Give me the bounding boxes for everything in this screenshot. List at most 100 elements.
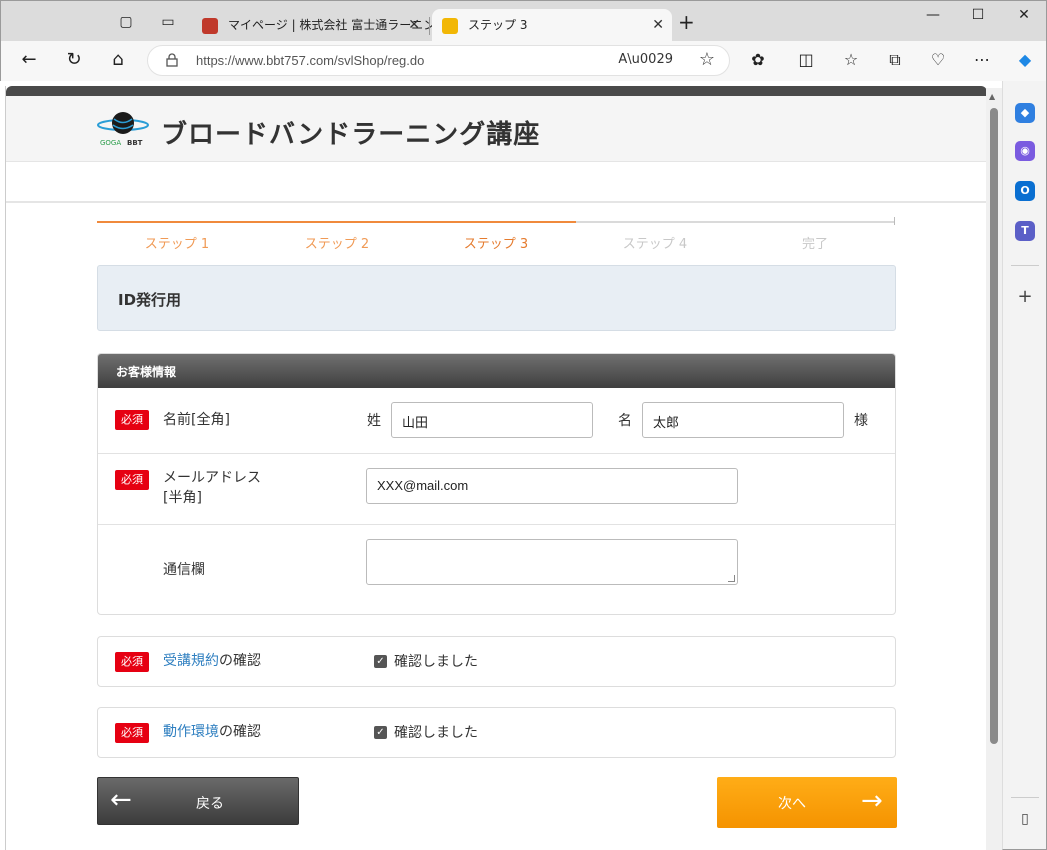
site-header: GOGA BBT ブロードバンドラーニング講座	[6, 96, 986, 162]
scroll-up-icon[interactable]: ▲	[989, 92, 995, 101]
environment-checkbox[interactable]: ✓	[374, 726, 387, 739]
environment-checkbox-label[interactable]: 確認しました	[394, 722, 478, 742]
next-button[interactable]: 次へ →	[717, 777, 897, 828]
close-tab-icon[interactable]: ✕	[408, 9, 420, 42]
environment-link[interactable]: 動作環境	[163, 724, 219, 740]
confirm-suffix: の確認	[219, 724, 261, 740]
name-label: 名前[全角]	[163, 412, 230, 428]
home-icon[interactable]: ⌂	[106, 50, 130, 70]
step-4: ステップ 4	[622, 237, 688, 252]
required-badge: 必須	[115, 652, 149, 672]
url-text: https://www.bbt757.com/svlShop/reg.do	[196, 53, 425, 68]
required-badge: 必須	[115, 410, 149, 430]
tab-actions-icon[interactable]: ▭	[160, 14, 176, 30]
email-label-sub: [半角]	[163, 490, 202, 506]
progress-fill	[97, 221, 576, 223]
terms-checkbox[interactable]: ✓	[374, 655, 387, 668]
sub-bar	[6, 163, 986, 203]
name-row: 必須 名前[全角] 姓 山田 名 太郎 様	[98, 388, 895, 454]
step-2: ステップ 2	[304, 237, 370, 252]
url-field[interactable]: https://www.bbt757.com/svlShop/reg.do A\…	[147, 45, 730, 76]
step-3: ステップ 3	[463, 237, 529, 252]
back-button-label: 戻る	[196, 796, 224, 812]
id-issue-title: ID発行用	[118, 291, 182, 309]
shop-favicon-icon	[442, 18, 458, 34]
favorite-star-icon[interactable]: ☆	[699, 49, 715, 70]
environment-confirm-label: 動作環境の確認	[163, 722, 261, 742]
tab-mypage[interactable]: マイページ | 株式会社 富士通ラーニン ✕	[192, 9, 435, 42]
m365-icon[interactable]: ◉	[1015, 141, 1035, 161]
arrow-left-icon: ←	[110, 785, 132, 815]
progress-end-cap	[894, 217, 895, 225]
outlook-icon[interactable]: O	[1015, 181, 1035, 201]
svg-text:BBT: BBT	[127, 139, 143, 147]
collections-icon[interactable]: ⧉	[884, 51, 906, 69]
tab-divider	[429, 17, 430, 35]
required-badge: 必須	[115, 470, 149, 490]
terms-link[interactable]: 受講規約	[163, 653, 219, 669]
tag-icon[interactable]: ◆	[1015, 103, 1035, 123]
close-window-icon[interactable]: ✕	[1009, 7, 1039, 23]
back-icon[interactable]: ←	[17, 50, 41, 70]
first-name-prefix: 名	[618, 413, 632, 429]
page-viewport: GOGA BBT ブロードバンドラーニング講座 ステップ 1 ステップ 2 ステ…	[5, 86, 986, 850]
email-label: メールアドレス	[163, 470, 261, 486]
tab-step3[interactable]: ステップ 3 ✕	[432, 9, 672, 42]
teams-icon[interactable]: T	[1015, 221, 1035, 241]
split-screen-icon[interactable]: ◫	[795, 51, 817, 69]
lock-icon	[166, 53, 178, 67]
message-label: 通信欄	[163, 562, 205, 578]
tab-title: ステップ 3	[468, 18, 528, 32]
copilot-icon[interactable]: ◆	[1014, 51, 1036, 69]
minimize-icon[interactable]: —	[918, 7, 948, 23]
email-input[interactable]: XXX@mail.com	[366, 468, 738, 504]
first-name-input[interactable]: 太郎	[642, 402, 844, 438]
terms-confirm-row: 必須 受講規約の確認 ✓ 確認しました	[97, 636, 896, 687]
edge-sidebar: ◆ ◉ O T + ▯	[1002, 81, 1047, 850]
step-1: ステップ 1	[144, 237, 210, 252]
close-tab-icon[interactable]: ✕	[652, 9, 664, 42]
workspaces-icon[interactable]: ▢	[118, 14, 134, 30]
scroll-thumb[interactable]	[990, 108, 998, 744]
confirm-suffix: の確認	[219, 653, 261, 669]
last-name-prefix: 姓	[367, 413, 381, 429]
tab-bar: ▢ ▭ マイページ | 株式会社 富士通ラーニン ✕ ステップ 3 ✕ + — …	[0, 0, 1047, 42]
add-sidebar-icon[interactable]: +	[1015, 287, 1035, 307]
top-strip	[6, 86, 986, 96]
customer-info-panel: お客様情報 必須 名前[全角] 姓 山田 名 太郎 様 必須 メールアドレス […	[97, 353, 896, 615]
sidebar-divider	[1011, 265, 1039, 266]
more-menu-icon[interactable]: ⋯	[971, 51, 993, 69]
email-row: 必須 メールアドレス [半角] XXX@mail.com	[98, 454, 895, 525]
resize-grip-icon[interactable]	[728, 575, 735, 582]
environment-confirm-row: 必須 動作環境の確認 ✓ 確認しました	[97, 707, 896, 758]
terms-confirm-label: 受講規約の確認	[163, 651, 261, 671]
maximize-icon[interactable]: ☐	[963, 7, 993, 23]
tab-title: マイページ | 株式会社 富士通ラーニン	[228, 18, 436, 32]
refresh-icon[interactable]: ↻	[62, 50, 86, 70]
terms-checkbox-label[interactable]: 確認しました	[394, 651, 478, 671]
honorific: 様	[854, 413, 868, 429]
step-complete: 完了	[801, 237, 828, 252]
required-badge: 必須	[115, 723, 149, 743]
next-button-label: 次へ	[778, 796, 806, 812]
address-bar: ← ↻ ⌂ https://www.bbt757.com/svlShop/reg…	[0, 41, 1047, 81]
favorites-icon[interactable]: ☆	[840, 51, 862, 69]
arrow-right-icon: →	[861, 786, 883, 816]
id-issue-box: ID発行用	[97, 265, 896, 331]
globe-logo-icon: GOGA BBT	[97, 112, 149, 147]
last-name-input[interactable]: 山田	[391, 402, 593, 438]
back-button[interactable]: ← 戻る	[97, 777, 299, 825]
read-aloud-icon[interactable]: A\u0029	[618, 52, 673, 67]
page-scrollbar[interactable]: ▲	[986, 88, 1002, 850]
extensions-icon[interactable]: ✿	[747, 51, 769, 69]
step-progress: ステップ 1 ステップ 2 ステップ 3 ステップ 4 完了	[97, 217, 895, 254]
message-row: 通信欄	[98, 525, 895, 614]
browser-essentials-icon[interactable]: ♡	[927, 51, 949, 69]
sidebar-toggle-icon[interactable]: ▯	[1015, 809, 1035, 829]
tab-favicon-icon	[202, 18, 218, 34]
new-tab-icon[interactable]: +	[678, 12, 695, 32]
sidebar-divider	[1011, 797, 1039, 798]
site-title: ブロードバンドラーニング講座	[161, 120, 541, 150]
svg-text:GOGA: GOGA	[100, 139, 121, 147]
message-textarea[interactable]	[366, 539, 738, 585]
